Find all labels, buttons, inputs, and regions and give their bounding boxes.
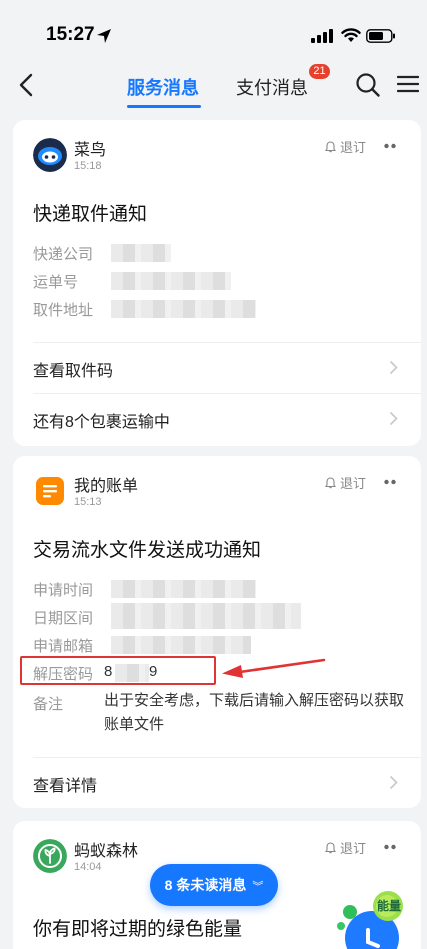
unread-messages-button[interactable]: 8 条未读消息 ︾ — [150, 864, 278, 906]
unsubscribe-label: 退订 — [340, 841, 367, 856]
double-chevron-down-icon: ︾ — [252, 881, 264, 893]
note-text: 出于安全考虑，下载后请输入解压密码以获取账单文件 — [104, 692, 405, 733]
message-card-bill: 我的账单 15:13 退订 交易流水文件发送成功通知 申请时间 日期区间 申请邮… — [13, 456, 421, 808]
energy-label: 能量 — [376, 899, 401, 913]
message-time: 15:18 — [74, 160, 102, 172]
message-card-cainiao: 菜鸟 15:18 退订 快递取件通知 快递公司 运单号 取件地址 查看取件码 还… — [13, 120, 421, 446]
bell-icon — [325, 477, 336, 489]
message-time: 15:13 — [74, 496, 102, 508]
note-label: 备注 — [33, 696, 64, 713]
action-label: 还有8个包裹运输中 — [33, 414, 170, 431]
active-tab-indicator — [127, 105, 201, 108]
unread-badge: 21 — [309, 64, 330, 79]
bell-icon — [325, 842, 336, 854]
battery-icon — [366, 29, 395, 43]
chevron-right-icon — [389, 360, 398, 375]
app-name: 我的账单 — [74, 478, 139, 495]
back-arrow-icon[interactable] — [14, 70, 40, 100]
annotation-highlight-box — [20, 656, 216, 685]
unread-label: 8 条未读消息 — [164, 877, 247, 893]
field-label: 快递公司 — [33, 246, 94, 263]
status-bar: 15:27 — [0, 0, 427, 62]
message-title: 你有即将过期的绿色能量 — [33, 919, 243, 940]
action-view-pickup-code[interactable]: 查看取件码 — [13, 343, 421, 393]
status-time: 15:27 — [46, 24, 95, 45]
field-label: 申请时间 — [33, 582, 94, 599]
action-view-details[interactable]: 查看详情 — [13, 758, 421, 808]
tab-service-messages[interactable]: 服务消息 — [127, 74, 199, 100]
field-label: 运单号 — [33, 274, 79, 291]
field-label: 日期区间 — [33, 610, 94, 627]
action-packages-in-transit[interactable]: 还有8个包裹运输中 — [13, 394, 421, 444]
unsubscribe-label: 退订 — [340, 140, 367, 155]
wifi-icon — [341, 28, 361, 42]
chevron-right-icon — [389, 775, 398, 790]
annotation-arrow-icon — [222, 658, 326, 678]
more-options-icon[interactable] — [384, 844, 396, 850]
menu-icon[interactable] — [397, 74, 419, 94]
unsubscribe-label: 退订 — [340, 476, 367, 491]
tab-payment-messages[interactable]: 支付消息 — [236, 74, 308, 100]
action-label: 查看取件码 — [33, 363, 114, 380]
search-icon[interactable] — [355, 72, 381, 98]
unsubscribe-button[interactable]: 退订 — [325, 473, 366, 492]
redacted-value — [111, 300, 256, 318]
location-arrow-icon — [97, 29, 111, 43]
unsubscribe-button[interactable]: 退订 — [325, 838, 366, 857]
field-label: 申请邮箱 — [33, 638, 94, 655]
field-label: 取件地址 — [33, 302, 94, 319]
ant-forest-logo-icon — [33, 839, 67, 873]
redacted-value — [111, 272, 231, 290]
redacted-value — [111, 603, 301, 629]
chevron-right-icon — [389, 411, 398, 426]
message-title: 快递取件通知 — [33, 204, 148, 225]
bell-icon — [325, 141, 336, 153]
bill-logo-icon — [36, 477, 64, 505]
more-options-icon[interactable] — [384, 143, 396, 149]
more-options-icon[interactable] — [384, 479, 396, 485]
message-title: 交易流水文件发送成功通知 — [33, 540, 262, 561]
app-name: 菜鸟 — [74, 142, 107, 159]
cellular-signal-icon — [311, 29, 333, 43]
cainiao-logo-icon — [33, 138, 67, 172]
action-label: 查看详情 — [33, 778, 98, 795]
app-name: 蚂蚁森林 — [74, 843, 139, 860]
nav-bar: 服务消息 支付消息 21 — [0, 62, 427, 110]
redacted-value — [111, 580, 256, 598]
unsubscribe-button[interactable]: 退订 — [325, 137, 366, 156]
redacted-value — [111, 636, 251, 654]
message-time: 14:04 — [74, 861, 102, 873]
redacted-value — [111, 244, 171, 262]
